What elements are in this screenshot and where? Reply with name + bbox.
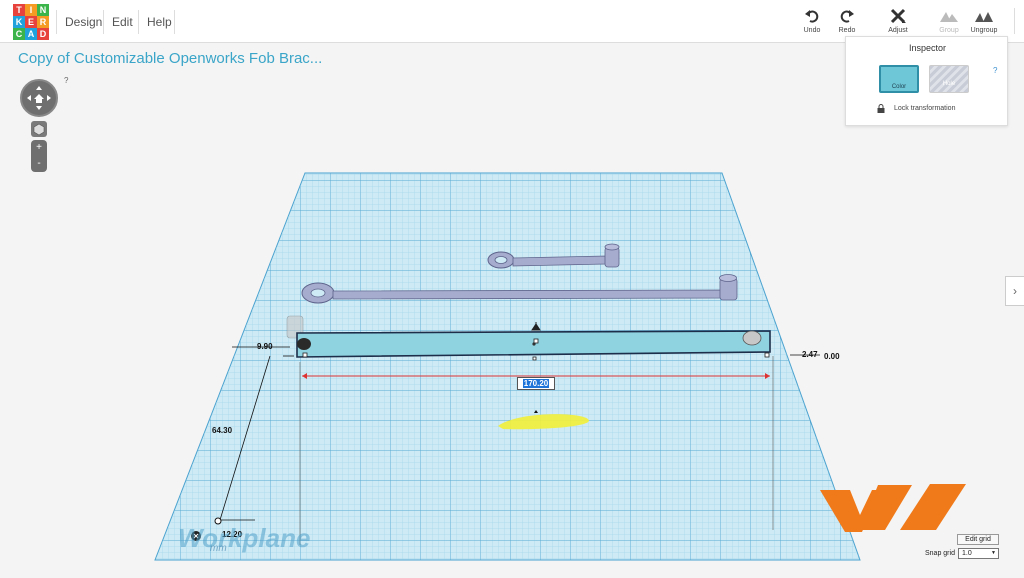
inspector-title: Inspector — [908, 43, 947, 53]
orbit-control[interactable] — [20, 79, 58, 117]
dimension-length-value: 170.20 — [522, 379, 550, 388]
snap-grid-label: Snap grid — [925, 550, 955, 557]
snap-grid-select[interactable]: 1.0 — [958, 548, 999, 559]
watermark-logo — [820, 484, 966, 532]
workplane-grid[interactable] — [140, 170, 880, 570]
inspector-help-icon[interactable]: ? — [993, 66, 997, 75]
zoom-in-button[interactable]: + — [31, 140, 47, 156]
lock-icon — [877, 104, 885, 113]
lock-label: Lock transformation — [894, 105, 956, 112]
zoom-out-button[interactable]: - — [31, 156, 47, 172]
dimension-elevation[interactable]: 0.00 — [824, 352, 840, 361]
side-panel-toggle[interactable]: › — [1005, 276, 1024, 306]
unit-label: mm — [210, 543, 227, 554]
cube-icon — [33, 123, 45, 136]
color-button[interactable]: Color — [879, 65, 919, 93]
help-icon[interactable]: ? — [64, 76, 68, 85]
dimension-length-input[interactable]: 170.20 — [517, 377, 555, 390]
dimension-y-offset[interactable]: 64.30 — [212, 426, 232, 435]
tinkercad-editor: T I N K E R C A D Design Edit Help Undo … — [0, 0, 1024, 578]
edit-grid-button[interactable]: Edit grid — [957, 534, 999, 545]
inspector-panel: Inspector Color Hole ? Lock transformati… — [845, 36, 1008, 126]
document-title[interactable]: Copy of Customizable Openworks Fob Brac.… — [18, 50, 322, 67]
dimension-width[interactable]: 9.90 — [257, 342, 273, 351]
view-cube-button[interactable] — [31, 121, 47, 137]
orbit-arrows-icon — [27, 86, 51, 110]
zoom-control: + - — [31, 140, 47, 172]
workplane-label: Workplane — [178, 523, 311, 553]
snap-grid-value: 1.0 — [962, 550, 972, 557]
hole-button[interactable]: Hole — [929, 65, 969, 93]
dimension-height[interactable]: 2.47 — [802, 350, 818, 359]
lock-transformation-toggle[interactable]: Lock transformation — [877, 104, 956, 113]
